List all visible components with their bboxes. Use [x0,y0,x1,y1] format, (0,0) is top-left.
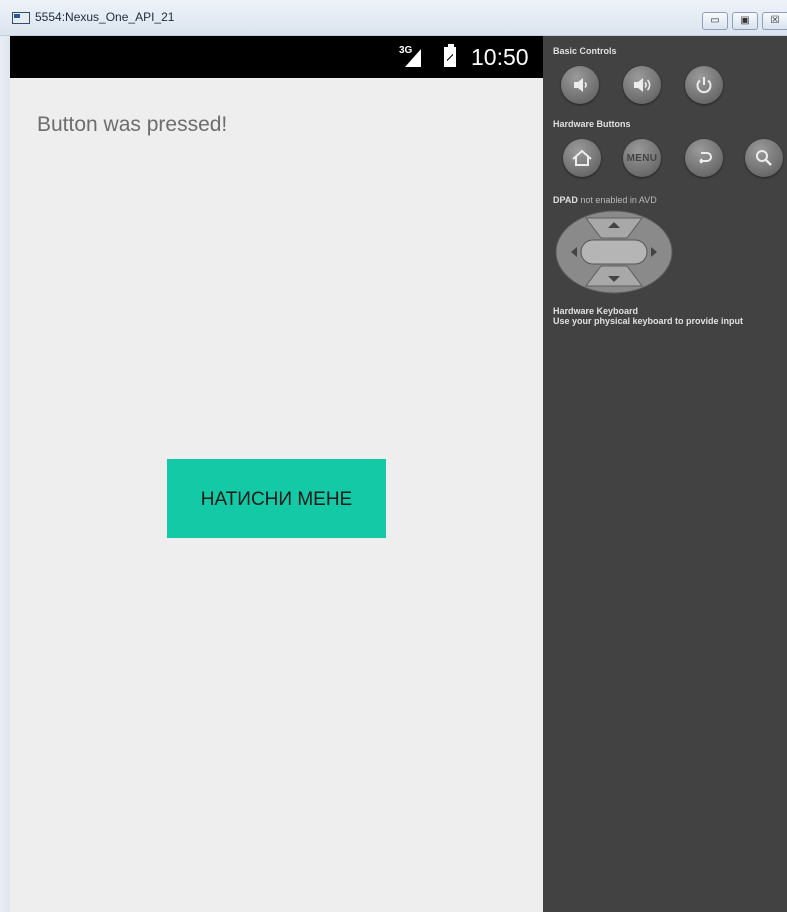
keyboard-info: Hardware Keyboard Use your physical keyb… [553,306,743,326]
volume-down-icon [574,78,587,92]
keyboard-note: Use your physical keyboard to provide in… [553,316,744,326]
window-title: 5554:Nexus_One_API_21 [35,10,175,24]
window-frame [0,36,10,912]
press-me-button[interactable]: НАТИСНИ МЕНЕ [167,459,386,538]
dpad-center[interactable] [580,239,648,265]
dpad-control[interactable] [555,210,673,294]
emulator-control-panel: Basic Controls Hardware Buttons MENU DPA… [543,36,787,912]
result-message: Button was pressed! [37,113,228,136]
status-clock: 10:50 [471,44,529,70]
battery-icon [444,44,456,67]
hardware-buttons-label: Hardware Buttons [553,119,631,129]
maximize-button[interactable]: ▣ [732,12,758,30]
volume-up-icon [634,78,651,92]
volume-down-button[interactable] [561,66,599,104]
device-screen: 3G 10:50 Button was pressed! НАТИСНИ МЕН… [10,36,543,912]
window-titlebar: 5554:Nexus_One_API_21 ▭ ▣ ☒ [0,0,787,36]
dpad-title: DPAD [553,195,578,205]
status-bar: 3G 10:50 [10,36,543,78]
volume-up-button[interactable] [623,66,661,104]
back-icon [699,152,712,164]
search-button[interactable] [745,139,783,177]
close-button[interactable]: ☒ [762,12,787,30]
basic-controls-label: Basic Controls [553,46,617,56]
power-icon [696,77,712,94]
dpad-label: DPAD not enabled in AVD [553,195,657,205]
signal-icon [405,49,421,67]
home-icon [572,149,592,166]
minimize-button[interactable]: ▭ [702,12,728,30]
app-window-icon [12,12,30,24]
menu-button[interactable]: MENU [623,139,661,177]
dpad-status: not enabled in AVD [580,195,657,205]
back-button[interactable] [685,139,723,177]
keyboard-label: Hardware Keyboard [553,306,639,316]
home-button[interactable] [563,139,601,177]
search-icon [756,150,772,166]
power-button[interactable] [685,66,723,104]
menu-button-label: MENU [626,152,658,164]
